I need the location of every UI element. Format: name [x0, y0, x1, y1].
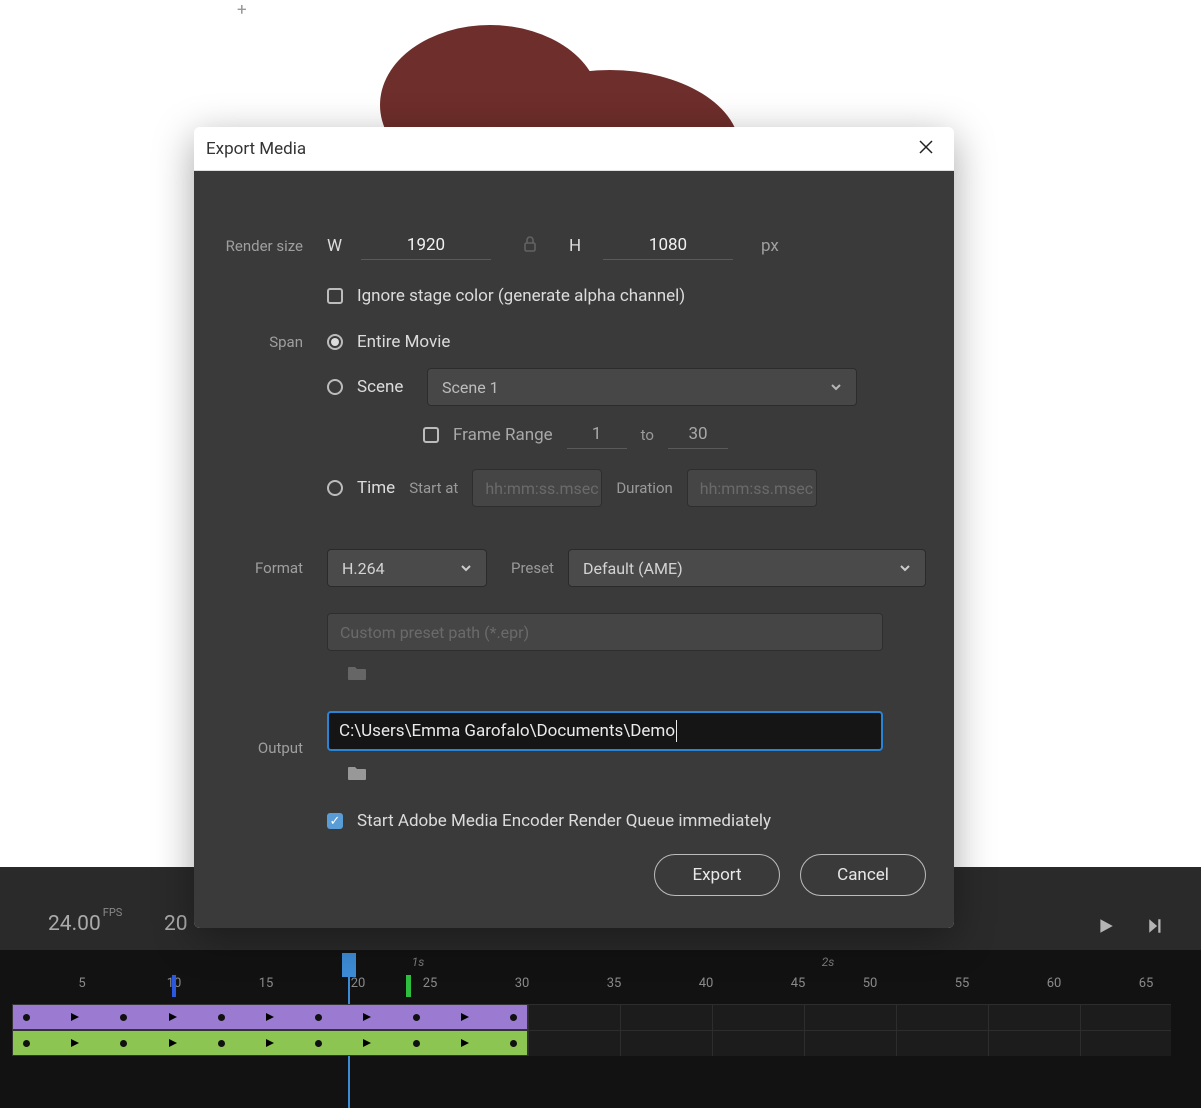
custom-preset-path-input[interactable]: Custom preset path (*.epr) [327, 613, 883, 651]
track-tween[interactable] [12, 1004, 528, 1030]
height-label: H [569, 236, 589, 256]
fps-display[interactable]: 24.00FPS [48, 912, 120, 936]
ruler-tick-label: 35 [607, 976, 622, 991]
export-media-dialog: Export Media Render size W H px Ignore [194, 127, 954, 928]
ruler-tick-label: 30 [515, 976, 530, 991]
preset-label: Preset [511, 559, 554, 577]
span-scene-label: Scene [357, 377, 413, 397]
ruler-tick-label: 60 [1047, 976, 1062, 991]
ruler-tick-label: 55 [955, 976, 970, 991]
ignore-stage-label: Ignore stage color (generate alpha chann… [357, 286, 685, 306]
track-tween[interactable] [12, 1030, 528, 1056]
cancel-button[interactable]: Cancel [800, 854, 926, 896]
frame-range-label: Frame Range [453, 425, 553, 445]
close-button[interactable] [918, 139, 934, 159]
chevron-down-icon [899, 559, 911, 578]
ruler-sec-label: 2s [822, 955, 835, 969]
span-time-radio[interactable] [327, 480, 343, 496]
ruler-tick-label: 45 [791, 976, 806, 991]
dialog-titlebar: Export Media [194, 127, 954, 171]
play-forward-button[interactable] [1141, 911, 1171, 941]
browse-output-button[interactable] [327, 765, 367, 785]
duration-input[interactable]: hh:mm:ss.msec [687, 469, 817, 507]
aspect-lock-icon[interactable] [523, 235, 537, 257]
scene-dropdown[interactable]: Scene 1 [427, 368, 857, 406]
start-at-label: Start at [409, 479, 458, 497]
timeline-grid[interactable] [528, 1004, 1171, 1056]
unit-label: px [761, 236, 779, 256]
span-entire-radio[interactable] [327, 334, 343, 350]
frame-range-checkbox[interactable] [423, 427, 439, 443]
duration-label: Duration [616, 479, 672, 497]
frame-to-label: to [641, 426, 654, 444]
timeline-marker[interactable] [406, 975, 411, 997]
format-label: Format [222, 559, 327, 577]
output-label: Output [222, 739, 327, 757]
frame-start-input[interactable] [567, 420, 627, 449]
timeline-ruler[interactable]: 5 10 15 20 25 30 35 40 45 50 55 60 65 1s… [12, 955, 1171, 997]
playhead[interactable] [342, 953, 356, 977]
width-label: W [327, 236, 347, 256]
ruler-tick-label: 65 [1139, 976, 1154, 991]
ruler-tick-label: 50 [863, 976, 878, 991]
ruler-tick-label: 20 [351, 976, 366, 991]
height-input[interactable] [603, 231, 733, 260]
span-label: Span [222, 333, 327, 351]
play-button[interactable] [1091, 911, 1121, 941]
ruler-tick-label: 25 [423, 976, 438, 991]
dialog-title: Export Media [206, 139, 306, 159]
ruler-tick-label: 40 [699, 976, 714, 991]
span-entire-label: Entire Movie [357, 332, 450, 352]
chevron-down-icon [460, 559, 472, 578]
frame-end-input[interactable] [668, 420, 728, 449]
render-size-label: Render size [222, 237, 327, 255]
chevron-down-icon [830, 378, 842, 397]
start-ame-label: Start Adobe Media Encoder Render Queue i… [357, 811, 771, 831]
format-dropdown[interactable]: H.264 [327, 549, 487, 587]
current-frame[interactable]: 20 [164, 912, 188, 936]
output-path-input[interactable]: C:\Users\Emma Garofalo\Documents\Demo [327, 711, 883, 751]
preset-dropdown[interactable]: Default (AME) [568, 549, 926, 587]
width-input[interactable] [361, 231, 491, 260]
export-button[interactable]: Export [654, 854, 780, 896]
plus-icon: + [237, 0, 247, 20]
ruler-tick-label: 15 [259, 976, 274, 991]
timeline-marker[interactable] [172, 975, 176, 997]
ruler-tick-label: 5 [78, 976, 85, 991]
span-time-label: Time [357, 478, 395, 498]
ignore-stage-checkbox[interactable] [327, 288, 343, 304]
ruler-sec-label: 1s [412, 955, 425, 969]
start-ame-checkbox[interactable] [327, 813, 343, 829]
span-scene-radio[interactable] [327, 379, 343, 395]
browse-preset-button[interactable] [327, 665, 367, 685]
start-at-input[interactable]: hh:mm:ss.msec [472, 469, 602, 507]
